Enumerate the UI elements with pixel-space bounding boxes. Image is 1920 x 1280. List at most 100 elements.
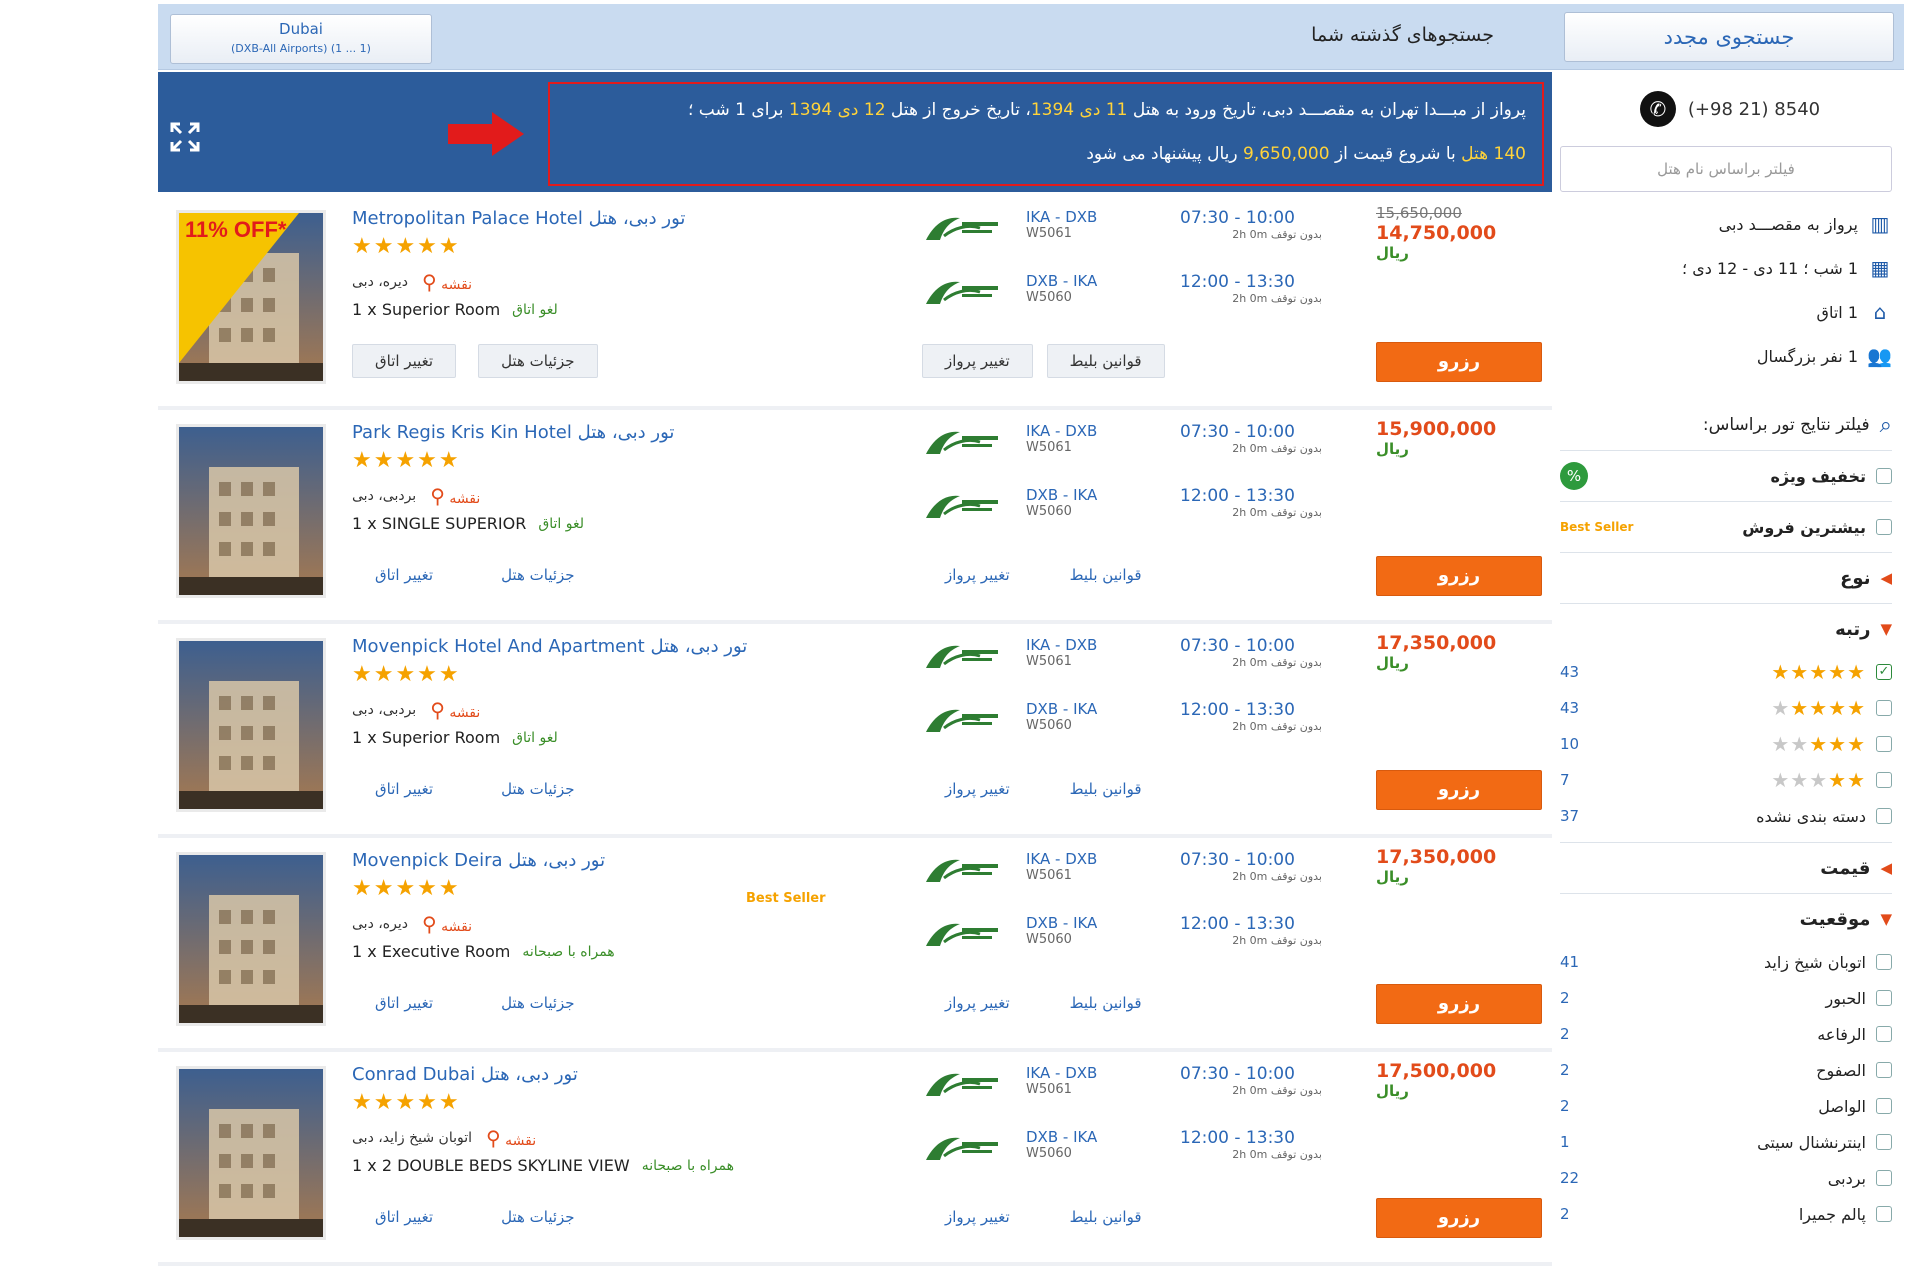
hotel-photo[interactable] xyxy=(176,638,326,812)
map-link[interactable]: ⚲ نقشه xyxy=(430,698,480,722)
hotel-photo[interactable] xyxy=(176,852,326,1026)
hotel-actions: تغییر اتاق جزئیات هتل xyxy=(352,344,598,378)
change-room-button[interactable]: تغییر اتاق xyxy=(352,558,456,592)
location-checkbox[interactable] xyxy=(1876,1134,1892,1150)
location-checkbox[interactable] xyxy=(1876,1098,1892,1114)
hotel-name-link[interactable]: Metropolitan Palace Hotel تور دبی، هتل xyxy=(352,208,685,229)
rating-2-filter[interactable]: ★★★★★ 7 xyxy=(1560,762,1892,798)
ticket-rules-button[interactable]: قوانین بلیط xyxy=(1046,344,1165,378)
results-list: 11% OFF* Metropolitan Palace Hotel تور د… xyxy=(158,196,1552,1266)
rating-checkbox[interactable] xyxy=(1876,700,1892,716)
room-note: همراه با صبحانه xyxy=(641,1157,734,1174)
expand-icon[interactable] xyxy=(170,122,200,158)
location-filter[interactable]: بردبی 22 xyxy=(1560,1160,1892,1196)
book-button[interactable]: رزرو xyxy=(1376,984,1542,1024)
location-label: الصفوح xyxy=(1816,1060,1866,1080)
ticket-rules-button[interactable]: قوانین بلیط xyxy=(1047,558,1165,592)
best-seller-checkbox[interactable] xyxy=(1876,519,1892,535)
location-filter[interactable]: اینترنشنال سیتی 1 xyxy=(1560,1124,1892,1160)
hotel-details-button[interactable]: جزئیات هتل xyxy=(478,344,598,378)
ticket-rules-button[interactable]: قوانین بلیط xyxy=(1047,986,1165,1020)
hotel-details-button[interactable]: جزئیات هتل xyxy=(478,1200,598,1234)
airline-logo-icon xyxy=(922,918,1014,952)
book-button[interactable]: رزرو xyxy=(1376,770,1542,810)
location-filter[interactable]: پالم جمیرا 2 xyxy=(1560,1196,1892,1232)
location-checkbox[interactable] xyxy=(1876,1026,1892,1042)
airline-logo-icon xyxy=(922,276,1014,310)
hotel-photo[interactable] xyxy=(176,1066,326,1240)
location-filter[interactable]: الحبور 2 xyxy=(1560,980,1892,1016)
location-count: 2 xyxy=(1560,1025,1570,1043)
old-price: 15,650,000 xyxy=(1376,204,1462,222)
map-pin-icon: ⚲ xyxy=(430,698,445,722)
map-link[interactable]: ⚲ نقشه xyxy=(422,912,472,936)
flight-number: W5060 xyxy=(1026,718,1072,733)
map-link[interactable]: ⚲ نقشه xyxy=(430,484,480,508)
location-checkbox[interactable] xyxy=(1876,954,1892,970)
rating-section-header[interactable]: ▼ رتبه xyxy=(1560,604,1892,654)
hotel-photo[interactable] xyxy=(176,424,326,598)
rating-checkbox[interactable] xyxy=(1876,772,1892,788)
change-flight-button[interactable]: تغییر پرواز xyxy=(922,1200,1033,1234)
change-flight-button[interactable]: تغییر پرواز xyxy=(922,986,1033,1020)
location-filter[interactable]: الواصل 2 xyxy=(1560,1088,1892,1124)
destination-button[interactable]: Dubai (DXB-All Airports) (1 ... 1) xyxy=(170,14,432,64)
change-flight-button[interactable]: تغییر پرواز xyxy=(922,558,1033,592)
unrated-filter[interactable]: دسته بندی نشده 37 xyxy=(1560,798,1892,834)
flight-time: 07:30 - 10:00 بدون توقف 2h 0m xyxy=(1164,850,1334,883)
location-filter[interactable]: الرفاعه 2 xyxy=(1560,1016,1892,1052)
special-offer-filter[interactable]: تخفیف ویژه % xyxy=(1560,451,1892,501)
price-section-header[interactable]: ◀ قیمت xyxy=(1560,843,1892,893)
route-text: IKA - DXB xyxy=(1026,636,1098,654)
trip-info-dates: ▦ 1 شب ؛ 11 دی - 12 دی ؛ xyxy=(1560,246,1892,290)
hotel-details-button[interactable]: جزئیات هتل xyxy=(478,772,598,806)
trip-info-text: 1 شب ؛ 11 دی - 12 دی ؛ xyxy=(1682,258,1858,278)
ticket-rules-button[interactable]: قوانین بلیط xyxy=(1047,1200,1165,1234)
change-flight-button[interactable]: تغییر پرواز xyxy=(922,344,1033,378)
new-search-button[interactable]: جستجوی مجدد xyxy=(1564,12,1894,62)
rating-5-filter[interactable]: ✓ ★★★★★ 43 xyxy=(1560,654,1892,690)
location-filter[interactable]: الصفوح 2 xyxy=(1560,1052,1892,1088)
hotel-name-filter-input[interactable]: فیلتر براساس نام هتل xyxy=(1560,146,1892,192)
change-flight-button[interactable]: تغییر پرواز xyxy=(922,772,1033,806)
map-link[interactable]: ⚲ نقشه xyxy=(422,270,472,294)
hotel-photo[interactable]: 11% OFF* xyxy=(176,210,326,384)
change-room-button[interactable]: تغییر اتاق xyxy=(352,1200,456,1234)
best-seller-filter[interactable]: بیشترین فروش Best Seller xyxy=(1560,502,1892,552)
airline-logo-icon xyxy=(922,704,1014,738)
map-link[interactable]: ⚲ نقشه xyxy=(486,1126,536,1150)
change-room-button[interactable]: تغییر اتاق xyxy=(352,344,457,378)
location-checkbox[interactable] xyxy=(1876,990,1892,1006)
rating-3-filter[interactable]: ★★★★★ 10 xyxy=(1560,726,1892,762)
hotel-details-button[interactable]: جزئیات هتل xyxy=(478,986,598,1020)
location-checkbox[interactable] xyxy=(1876,1206,1892,1222)
hotel-stars: ★★★★★ xyxy=(352,234,461,259)
hotel-details-button[interactable]: جزئیات هتل xyxy=(478,558,598,592)
previous-searches-link[interactable]: جستجوهای گذشته شما xyxy=(1311,24,1494,46)
hotel-name-link[interactable]: Movenpick Hotel And Apartment تور دبی، ه… xyxy=(352,636,747,657)
room-info: 1 x Superior Room لغو اتاق xyxy=(352,300,558,319)
ticket-rules-button[interactable]: قوانین بلیط xyxy=(1047,772,1165,806)
rating-checkbox[interactable] xyxy=(1876,808,1892,824)
hotel-stars: ★★★★★ xyxy=(352,662,461,687)
change-room-button[interactable]: تغییر اتاق xyxy=(352,986,456,1020)
location-section-header[interactable]: ▼ موقعیت xyxy=(1560,894,1892,944)
change-room-button[interactable]: تغییر اتاق xyxy=(352,772,456,806)
location-filter[interactable]: اتوبان شیخ زاید 41 xyxy=(1560,944,1892,980)
rating-4-filter[interactable]: ★★★★★ 43 xyxy=(1560,690,1892,726)
hotel-name-link[interactable]: Conrad Dubai تور دبی، هتل xyxy=(352,1064,578,1085)
book-button[interactable]: رزرو xyxy=(1376,556,1542,596)
location-label: الواصل xyxy=(1818,1096,1866,1116)
hotel-name-link[interactable]: Movenpick Deira تور دبی، هتل xyxy=(352,850,605,871)
trip-info-text: پرواز به مقصـــد دبی xyxy=(1718,214,1858,234)
book-button[interactable]: رزرو xyxy=(1376,1198,1542,1238)
rating-checkbox[interactable]: ✓ xyxy=(1876,664,1892,680)
special-offer-checkbox[interactable] xyxy=(1876,468,1892,484)
book-button[interactable]: رزرو xyxy=(1376,342,1542,382)
location-checkbox[interactable] xyxy=(1876,1170,1892,1186)
type-section-header[interactable]: ◀ نوع xyxy=(1560,553,1892,603)
hotel-name-link[interactable]: Park Regis Kris Kin Hotel تور دبی، هتل xyxy=(352,422,674,443)
four-stars-icon: ★★★★★ xyxy=(1771,696,1866,720)
location-checkbox[interactable] xyxy=(1876,1062,1892,1078)
rating-checkbox[interactable] xyxy=(1876,736,1892,752)
